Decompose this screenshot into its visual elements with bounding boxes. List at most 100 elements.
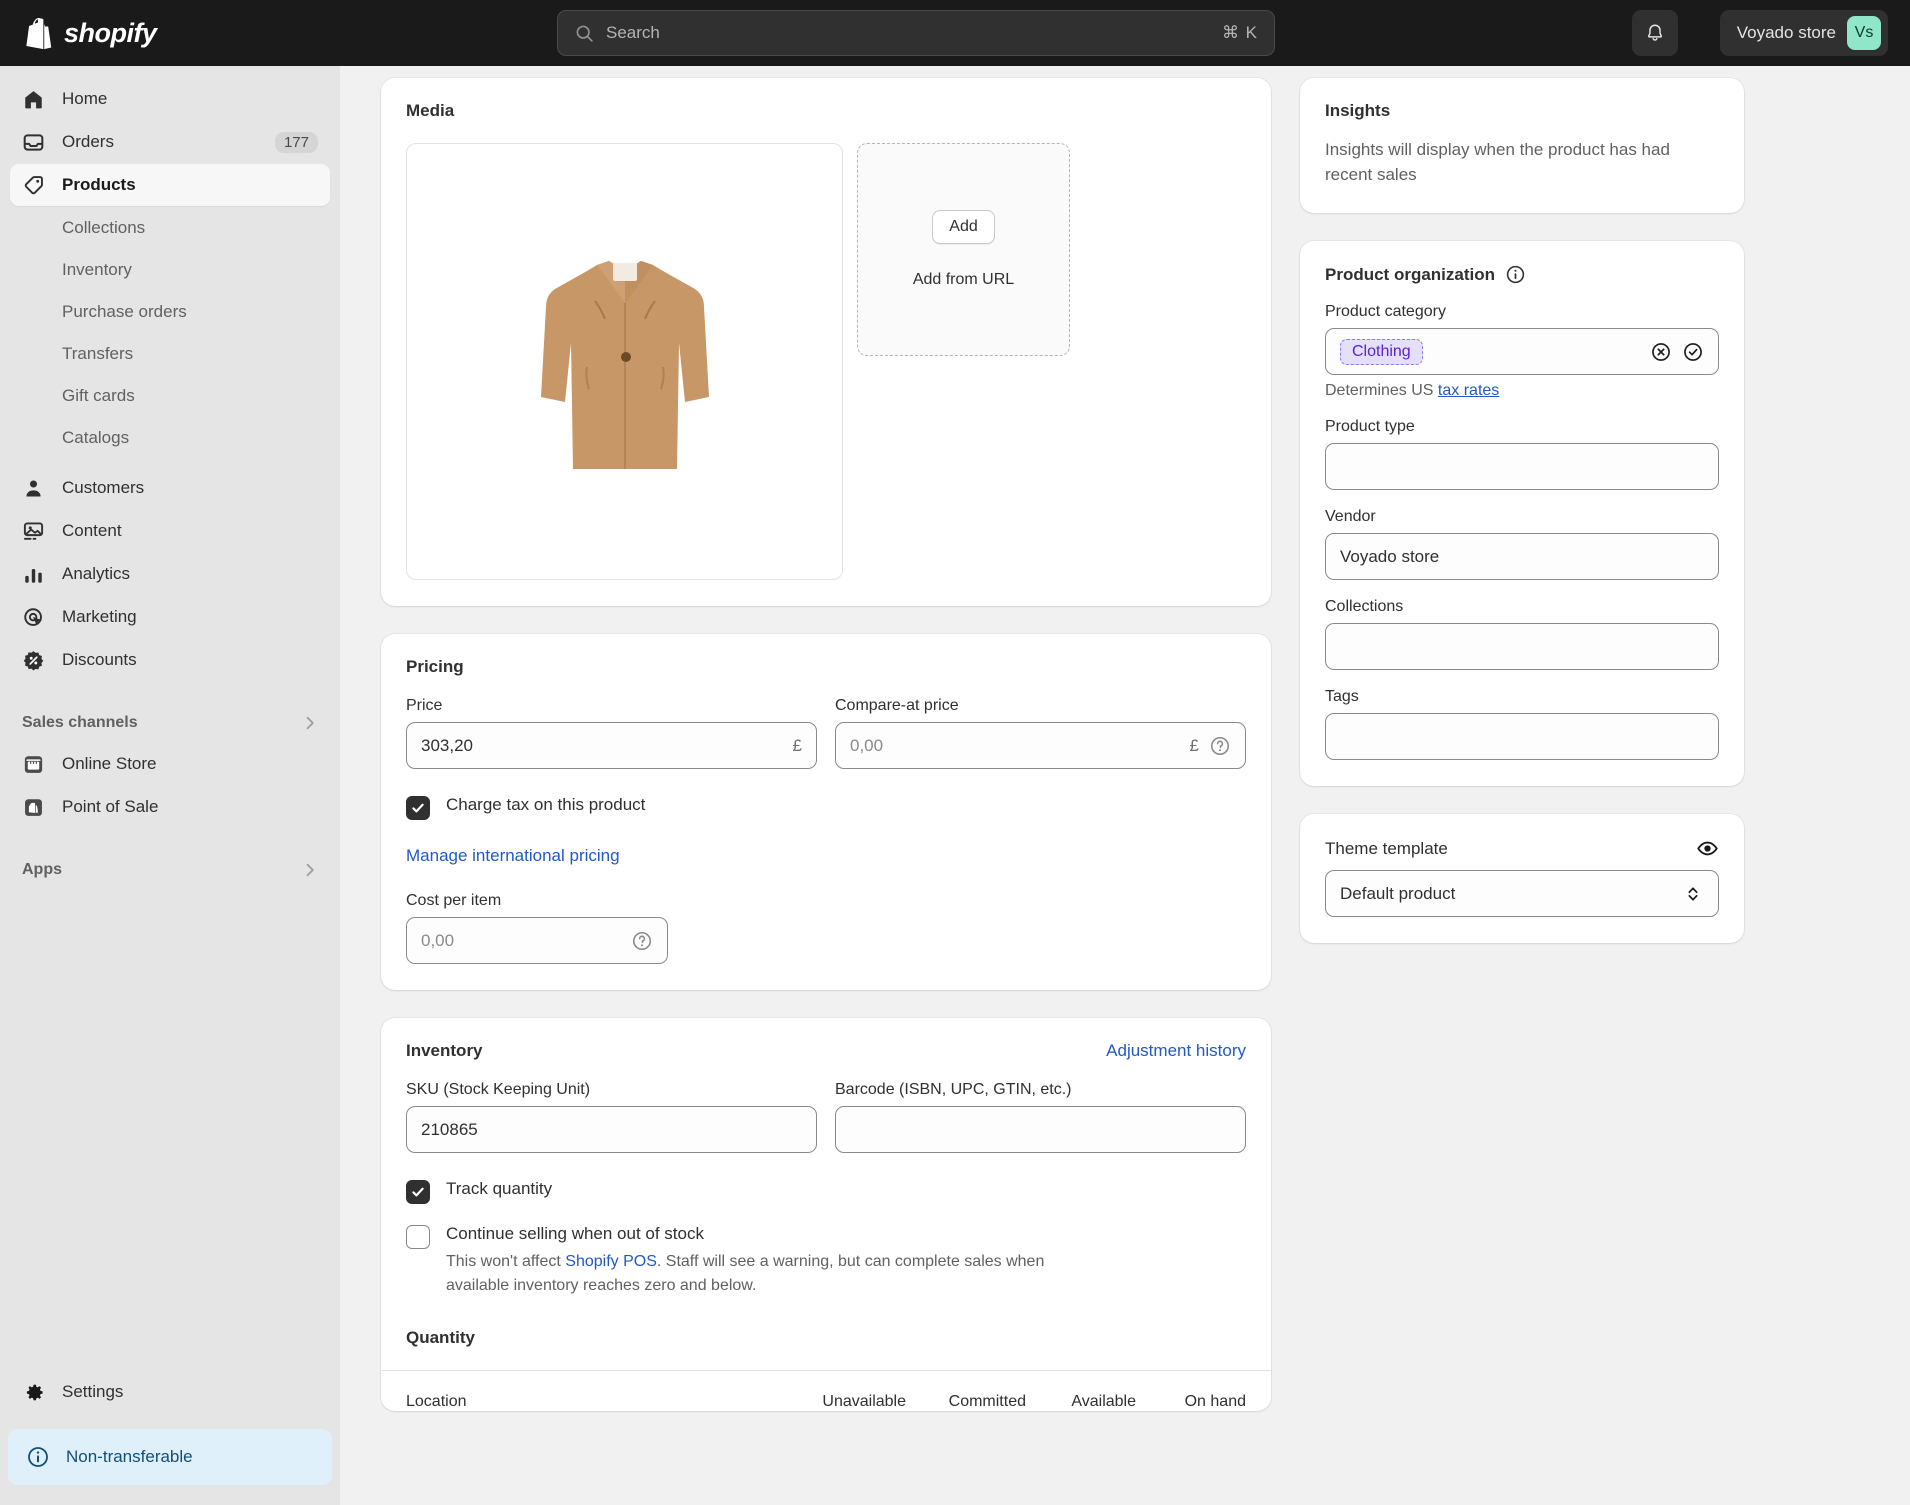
media-dropzone[interactable]: Add Add from URL (857, 143, 1070, 356)
tags-input[interactable] (1325, 713, 1719, 761)
clear-circle-icon[interactable] (1650, 341, 1672, 363)
sidebar-item-collections[interactable]: Collections (10, 207, 330, 249)
continue-selling-label: Continue selling when out of stock (446, 1224, 704, 1243)
sidebar-item-customers[interactable]: Customers (10, 467, 330, 509)
barcode-label: Barcode (ISBN, UPC, GTIN, etc.) (835, 1081, 1072, 1098)
column-on-hand: On hand (1184, 1393, 1246, 1410)
charge-tax-checkbox[interactable] (406, 796, 430, 820)
tags-label: Tags (1325, 688, 1359, 706)
sidebar-item-transfers[interactable]: Transfers (10, 333, 330, 375)
adjustment-history-link[interactable]: Adjustment history (1106, 1041, 1246, 1061)
products-tag-icon (24, 175, 43, 194)
sidebar-item-orders[interactable]: Orders 177 (10, 121, 330, 163)
help-circle-icon[interactable] (1209, 735, 1231, 757)
sidebar-item-analytics[interactable]: Analytics (10, 553, 330, 595)
cost-per-item-input[interactable]: 0,00 (406, 917, 668, 964)
sidebar-item-home[interactable]: Home (10, 78, 330, 120)
brand-name: shopify (64, 17, 157, 48)
orders-icon (23, 133, 44, 151)
bell-icon (1647, 24, 1663, 41)
tax-rates-link[interactable]: tax rates (1438, 382, 1499, 399)
sidebar-item-label: Home (62, 89, 108, 108)
sidebar-item-label: Point of Sale (62, 797, 159, 816)
add-from-url-link[interactable]: Add from URL (913, 271, 1014, 289)
search-shortcut: ⌘ K (1221, 23, 1258, 42)
charge-tax-row[interactable]: Charge tax on this product (406, 795, 1246, 820)
insights-body: Insights will display when the product h… (1325, 140, 1670, 185)
apps-title: Apps (22, 861, 62, 878)
sidebar-item-catalogs[interactable]: Catalogs (10, 417, 330, 459)
insights-title: Insights (1325, 101, 1391, 120)
sidebar-item-inventory[interactable]: Inventory (10, 249, 330, 291)
sidebar-subitem-label: Gift cards (62, 386, 135, 405)
sidebar-item-label: Products (62, 175, 136, 194)
sidebar-item-settings[interactable]: Settings (10, 1371, 330, 1413)
shopify-pos-link[interactable]: Shopify POS (565, 1253, 657, 1270)
theme-template-card: Theme template Default product (1300, 814, 1744, 944)
apps-group[interactable]: Apps (10, 850, 330, 890)
sidebar-subitem-label: Transfers (62, 344, 134, 363)
shopify-bag-icon (26, 17, 52, 50)
price-label: Price (406, 697, 443, 714)
continue-selling-row[interactable]: Continue selling when out of stock This … (406, 1224, 1246, 1298)
sidebar-item-online-store[interactable]: Online Store (10, 743, 330, 785)
product-organization-card: Product organization Product category Cl… (1300, 241, 1744, 787)
right-column: Insights Insights will display when the … (1300, 78, 1744, 971)
sidebar-item-gift-cards[interactable]: Gift cards (10, 375, 330, 417)
compare-at-price-input[interactable]: 0,00 £ (835, 722, 1246, 769)
sales-channels-group[interactable]: Sales channels (10, 703, 330, 743)
theme-template-header: Theme template (1325, 837, 1719, 860)
cost-per-item-label: Cost per item (406, 892, 502, 909)
notifications-button[interactable] (1632, 10, 1678, 56)
analytics-bars-icon (25, 568, 42, 583)
compare-at-price-value: 0,00 (850, 735, 884, 755)
sku-input[interactable]: 210865 (406, 1106, 817, 1153)
vendor-input[interactable]: Voyado store (1325, 533, 1719, 581)
non-transferable-notice[interactable]: Non-transferable (8, 1429, 332, 1485)
pricing-card: Pricing Price 303,20 £ Compare-at price … (381, 634, 1271, 990)
sidebar-item-marketing[interactable]: Marketing (10, 596, 330, 638)
collections-input[interactable] (1325, 623, 1719, 671)
add-media-button[interactable]: Add (932, 210, 995, 244)
store-name: Voyado store (1736, 23, 1836, 42)
vendor-value: Voyado store (1340, 546, 1440, 566)
cost-per-item-value: 0,00 (421, 930, 455, 950)
product-category-tag[interactable]: Clothing (1340, 338, 1423, 365)
track-quantity-checkbox[interactable] (406, 1180, 430, 1204)
collections-label: Collections (1325, 598, 1404, 616)
product-category-input[interactable]: Clothing (1325, 328, 1719, 376)
determines-tax-rates: Determines US tax rates (1325, 382, 1719, 400)
sidebar-item-point-of-sale[interactable]: Point of Sale (10, 786, 330, 828)
track-quantity-row[interactable]: Track quantity (406, 1179, 1246, 1204)
media-thumbnail[interactable] (406, 143, 843, 580)
sidebar-item-discounts[interactable]: Discounts (10, 639, 330, 681)
sales-channels-title: Sales channels (22, 714, 138, 731)
manage-international-pricing-link[interactable]: Manage international pricing (406, 846, 620, 865)
shopify-logo[interactable]: shopify (0, 16, 340, 50)
price-field-group: Price 303,20 £ (406, 697, 817, 769)
barcode-input[interactable] (835, 1106, 1246, 1153)
sidebar-item-products[interactable]: Products (10, 164, 330, 206)
eye-icon[interactable] (1696, 837, 1719, 860)
pricing-title: Pricing (406, 657, 464, 676)
quantity-table-header: Location Unavailable Committed Available… (381, 1371, 1271, 1411)
compare-at-price-label: Compare-at price (835, 697, 959, 714)
price-input[interactable]: 303,20 £ (406, 722, 817, 769)
global-search[interactable]: Search ⌘ K (557, 10, 1275, 56)
theme-template-select[interactable]: Default product (1325, 870, 1719, 918)
product-organization-title: Product organization (1325, 264, 1495, 284)
store-switcher-button[interactable]: Voyado store Vs (1719, 10, 1888, 56)
info-circle-icon[interactable] (1505, 264, 1526, 285)
home-icon (25, 90, 42, 108)
help-circle-icon[interactable] (631, 930, 653, 952)
product-type-input[interactable] (1325, 443, 1719, 491)
sidebar-item-content[interactable]: Content (10, 510, 330, 552)
sidebar-item-label: Customers (62, 478, 145, 497)
sidebar-subitem-label: Collections (62, 218, 146, 237)
sidebar-item-purchase-orders[interactable]: Purchase orders (10, 291, 330, 333)
sidebar-subitem-label: Purchase orders (62, 302, 187, 321)
continue-selling-checkbox[interactable] (406, 1225, 430, 1249)
track-quantity-label: Track quantity (446, 1179, 553, 1198)
sidebar-subitem-label: Inventory (62, 260, 132, 279)
confirm-check-circle-icon[interactable] (1682, 341, 1704, 363)
